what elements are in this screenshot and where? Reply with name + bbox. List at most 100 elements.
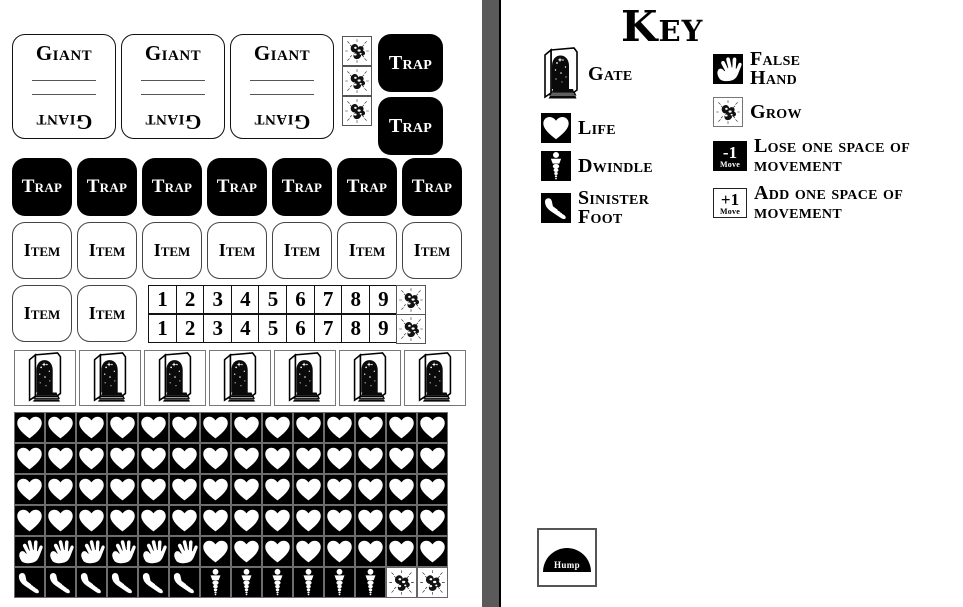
life-token[interactable] — [138, 474, 169, 505]
life-token[interactable] — [324, 536, 355, 567]
sinister-foot-token[interactable] — [107, 567, 138, 598]
life-token[interactable] — [138, 443, 169, 474]
trap-token[interactable]: Trap — [272, 158, 332, 216]
false-hand-token[interactable] — [107, 536, 138, 567]
number-cell[interactable]: 5 — [258, 285, 288, 314]
gate-token[interactable] — [339, 350, 401, 406]
life-token[interactable] — [200, 474, 231, 505]
life-token[interactable] — [14, 505, 45, 536]
life-token[interactable] — [138, 505, 169, 536]
life-token[interactable] — [200, 412, 231, 443]
grow-token[interactable] — [342, 66, 372, 96]
life-token[interactable] — [169, 474, 200, 505]
life-token[interactable] — [14, 443, 45, 474]
life-token[interactable] — [262, 536, 293, 567]
life-token[interactable] — [262, 443, 293, 474]
life-token[interactable] — [231, 443, 262, 474]
number-cell[interactable]: 5 — [258, 313, 288, 343]
life-token[interactable] — [231, 412, 262, 443]
number-cell[interactable]: 4 — [230, 313, 260, 343]
life-token[interactable] — [386, 412, 417, 443]
false-hand-token[interactable] — [76, 536, 107, 567]
life-token[interactable] — [386, 505, 417, 536]
trap-token[interactable]: Trap — [12, 158, 72, 216]
dwindle-token[interactable] — [355, 567, 386, 598]
item-card[interactable]: Item — [77, 285, 137, 342]
number-cell[interactable]: 4 — [230, 285, 260, 314]
life-token[interactable] — [293, 474, 324, 505]
grow-token[interactable] — [396, 285, 427, 315]
sinister-foot-token[interactable] — [138, 567, 169, 598]
life-token[interactable] — [324, 505, 355, 536]
life-token[interactable] — [417, 474, 448, 505]
trap-token[interactable]: Trap — [77, 158, 137, 216]
item-card[interactable]: Item — [142, 222, 202, 279]
item-card[interactable]: Item — [12, 285, 72, 342]
number-cell[interactable]: 6 — [286, 285, 316, 314]
life-token[interactable] — [14, 412, 45, 443]
life-token[interactable] — [45, 412, 76, 443]
life-token[interactable] — [417, 505, 448, 536]
life-token[interactable] — [324, 412, 355, 443]
gate-token[interactable] — [79, 350, 141, 406]
gate-token[interactable] — [404, 350, 466, 406]
giant-card[interactable]: Giant Giant — [230, 34, 334, 139]
life-token[interactable] — [107, 474, 138, 505]
life-token[interactable] — [14, 474, 45, 505]
false-hand-token[interactable] — [169, 536, 200, 567]
item-card[interactable]: Item — [207, 222, 267, 279]
life-token[interactable] — [200, 505, 231, 536]
trap-token[interactable]: Trap — [142, 158, 202, 216]
life-token[interactable] — [355, 474, 386, 505]
dwindle-token[interactable] — [200, 567, 231, 598]
sinister-foot-token[interactable] — [76, 567, 107, 598]
life-token[interactable] — [417, 536, 448, 567]
life-token[interactable] — [231, 536, 262, 567]
false-hand-token[interactable] — [14, 536, 45, 567]
number-cell[interactable]: 8 — [341, 285, 371, 314]
life-token[interactable] — [293, 412, 324, 443]
number-cell[interactable]: 6 — [286, 313, 316, 343]
gate-token[interactable] — [144, 350, 206, 406]
life-token[interactable] — [293, 443, 324, 474]
hump-token[interactable]: Hump — [537, 528, 597, 587]
life-token[interactable] — [386, 443, 417, 474]
life-token[interactable] — [324, 474, 355, 505]
grow-token[interactable] — [342, 36, 372, 66]
gate-token[interactable] — [274, 350, 336, 406]
trap-token[interactable]: Trap — [337, 158, 397, 216]
life-token[interactable] — [138, 412, 169, 443]
trap-token[interactable]: Trap — [378, 97, 443, 155]
false-hand-token[interactable] — [138, 536, 169, 567]
life-token[interactable] — [355, 505, 386, 536]
grow-token[interactable] — [396, 313, 427, 344]
sinister-foot-token[interactable] — [45, 567, 76, 598]
number-cell[interactable]: 1 — [148, 285, 177, 314]
life-token[interactable] — [200, 443, 231, 474]
sinister-foot-token[interactable] — [169, 567, 200, 598]
item-card[interactable]: Item — [337, 222, 397, 279]
number-cell[interactable]: 3 — [203, 313, 233, 343]
life-token[interactable] — [355, 443, 386, 474]
life-token[interactable] — [107, 505, 138, 536]
dwindle-token[interactable] — [231, 567, 262, 598]
life-token[interactable] — [386, 474, 417, 505]
life-token[interactable] — [45, 505, 76, 536]
life-token[interactable] — [76, 474, 107, 505]
trap-token[interactable]: Trap — [378, 34, 443, 92]
giant-card[interactable]: Giant Giant — [12, 34, 116, 139]
number-cell[interactable]: 1 — [148, 313, 177, 343]
sinister-foot-token[interactable] — [14, 567, 45, 598]
trap-token[interactable]: Trap — [207, 158, 267, 216]
life-token[interactable] — [417, 443, 448, 474]
number-cell[interactable]: 9 — [368, 313, 398, 343]
life-token[interactable] — [200, 536, 231, 567]
life-token[interactable] — [45, 474, 76, 505]
number-cell[interactable]: 8 — [341, 313, 371, 343]
item-card[interactable]: Item — [77, 222, 137, 279]
life-token[interactable] — [293, 536, 324, 567]
number-cell[interactable]: 7 — [313, 285, 343, 314]
grow-token[interactable] — [342, 96, 372, 126]
dwindle-token[interactable] — [293, 567, 324, 598]
life-token[interactable] — [262, 474, 293, 505]
